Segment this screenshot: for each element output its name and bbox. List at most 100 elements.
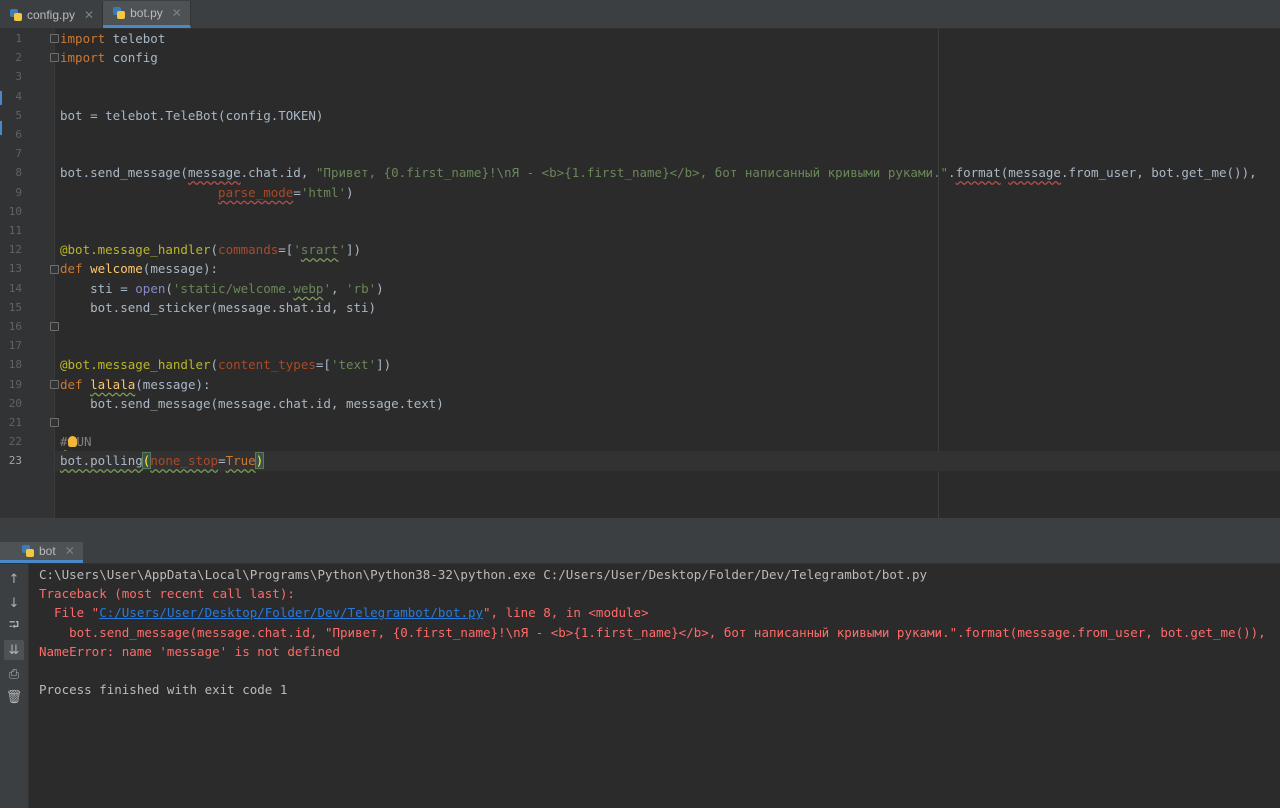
file-link[interactable]: C:/Users/User/Desktop/Folder/Dev/Telegra… bbox=[99, 605, 483, 620]
code-line: @bot.message_handler(content_types=['tex… bbox=[60, 355, 1280, 374]
tab-run-bot[interactable]: bot ✕ bbox=[0, 542, 83, 563]
arrow-up-icon[interactable]: ↑ bbox=[4, 569, 24, 589]
parameter: none_stop bbox=[150, 453, 219, 469]
code-text: bot.send_message( bbox=[60, 165, 188, 181]
comment: # bbox=[60, 434, 68, 450]
fold-marker-icon[interactable] bbox=[50, 265, 59, 274]
code-text: ) bbox=[376, 280, 384, 296]
code-text: message bbox=[1008, 165, 1061, 181]
parameter: parse_mode bbox=[218, 184, 294, 200]
trash-icon[interactable]: 🗑 bbox=[4, 687, 24, 707]
code-text: = bbox=[293, 184, 301, 200]
decorator: @bot.message_handler bbox=[60, 242, 211, 258]
line-number: 12 bbox=[8, 243, 22, 257]
close-icon[interactable]: ✕ bbox=[84, 8, 94, 22]
line-number: 22 bbox=[8, 435, 22, 449]
fold-marker-icon[interactable] bbox=[50, 53, 59, 62]
fold-marker-icon[interactable] bbox=[50, 418, 59, 427]
line-number: 6 bbox=[15, 128, 22, 141]
lightbulb-icon[interactable] bbox=[67, 436, 77, 448]
code-text: ( bbox=[165, 280, 173, 296]
soft-wrap-icon[interactable]: ⮒ bbox=[4, 617, 24, 637]
console-file-line: File "C:/Users/User/Desktop/Folder/Dev/T… bbox=[39, 603, 649, 622]
tab-bot-py[interactable]: bot.py ✕ bbox=[103, 1, 191, 28]
code-text: bot.polling bbox=[60, 453, 143, 469]
line-number: 20 bbox=[8, 396, 22, 410]
keyword: def bbox=[60, 261, 83, 277]
line-number: 1 bbox=[15, 32, 22, 45]
run-console[interactable]: C:\Users\User\AppData\Local\Programs\Pyt… bbox=[29, 564, 1280, 808]
function-name: welcome bbox=[90, 261, 143, 277]
python-run-icon bbox=[22, 545, 34, 557]
parameter: content_types bbox=[218, 357, 316, 373]
line-number: 10 bbox=[8, 204, 22, 218]
code-text: format bbox=[955, 165, 1001, 181]
code-text: =[ bbox=[278, 242, 294, 258]
run-tab-label: bot bbox=[39, 544, 56, 558]
code-text: = bbox=[218, 453, 226, 469]
string-literal: 'html' bbox=[300, 184, 346, 200]
close-icon[interactable]: ✕ bbox=[172, 6, 182, 20]
tab-label: bot.py bbox=[130, 6, 163, 20]
keyword: import bbox=[60, 31, 106, 46]
line-number: 8 bbox=[15, 166, 22, 180]
console-error: NameError: name 'message' is not defined bbox=[39, 643, 341, 659]
parameter: commands bbox=[218, 242, 279, 258]
code-text: config bbox=[105, 50, 158, 66]
line-number: 5 bbox=[15, 108, 22, 122]
code-editor[interactable]: 1 2 3 4 5 6 7 8 9 10 11 12 13 14 15 16 1… bbox=[0, 29, 1280, 518]
code-text: ]) bbox=[376, 357, 392, 373]
arrow-down-icon[interactable]: ↓ bbox=[4, 593, 24, 613]
code-line: bot.send_message(message.chat.id, "Приве… bbox=[60, 163, 1280, 182]
scroll-to-end-icon[interactable]: ⇊ bbox=[4, 640, 24, 660]
editor-tab-bar: config.py ✕ bot.py ✕ bbox=[0, 0, 1280, 29]
print-icon[interactable]: ⎙ bbox=[4, 664, 24, 684]
code-line: # UN bbox=[60, 432, 1280, 451]
console-source-line: bot.send_message(message.chat.id, "Приве… bbox=[39, 624, 1266, 640]
code-line: bot.send_message(message.chat.id, messag… bbox=[60, 395, 444, 411]
fold-marker-icon[interactable] bbox=[50, 34, 59, 43]
code-text: telebot bbox=[105, 31, 166, 46]
python-file-icon bbox=[113, 7, 126, 19]
string-literal: ' bbox=[323, 280, 331, 296]
code-text: (message): bbox=[135, 376, 211, 392]
panel-splitter[interactable] bbox=[0, 518, 1280, 542]
function-name: lalala bbox=[90, 376, 136, 392]
run-tab-bar: bot ✕ bbox=[0, 542, 1280, 564]
run-toolbar: ↑ ↓ ⮒ ⇊ ⎙ 🗑 bbox=[0, 564, 29, 808]
decorator: @bot.message_handler bbox=[60, 357, 211, 373]
console-text: ", line 8, in <module> bbox=[483, 605, 649, 621]
fold-marker-icon[interactable] bbox=[50, 322, 59, 331]
tab-config-py[interactable]: config.py ✕ bbox=[0, 2, 104, 28]
code-line: import config bbox=[60, 48, 1280, 67]
string-literal: 'rb' bbox=[346, 280, 377, 296]
line-number-gutter[interactable]: 1 2 3 4 5 6 7 8 9 10 11 12 13 14 15 16 1… bbox=[0, 29, 59, 518]
code-text: ) bbox=[346, 184, 354, 200]
fold-marker-icon[interactable] bbox=[50, 380, 59, 389]
code-text: ( bbox=[210, 242, 219, 258]
string-literal: webp bbox=[293, 280, 324, 296]
keyword: def bbox=[60, 376, 83, 392]
close-icon[interactable]: ✕ bbox=[65, 544, 75, 558]
line-number: 11 bbox=[8, 224, 22, 237]
code-text: =[ bbox=[315, 357, 331, 373]
line-number: 3 bbox=[15, 70, 22, 84]
code-line: import telebot bbox=[60, 29, 1280, 48]
code-line-current: bot.polling(none_stop=True) bbox=[55, 451, 1280, 471]
line-number: 15 bbox=[8, 300, 22, 314]
string-literal: 'static/welcome. bbox=[172, 280, 294, 296]
line-number: 23 bbox=[8, 454, 22, 468]
line-number: 9 bbox=[15, 185, 22, 199]
string-literal: 'text' bbox=[330, 357, 377, 373]
line-number: 13 bbox=[8, 262, 22, 276]
string-literal: ' bbox=[293, 242, 301, 258]
code-line: sti = open('static/welcome.webp', 'rb') bbox=[60, 279, 1280, 298]
line-number: 14 bbox=[8, 281, 22, 295]
line-number: 4 bbox=[15, 89, 22, 103]
console-exit-status: Process finished with exit code 1 bbox=[39, 682, 288, 698]
code-line: bot = telebot.TeleBot(config.TOKEN) bbox=[60, 107, 324, 123]
